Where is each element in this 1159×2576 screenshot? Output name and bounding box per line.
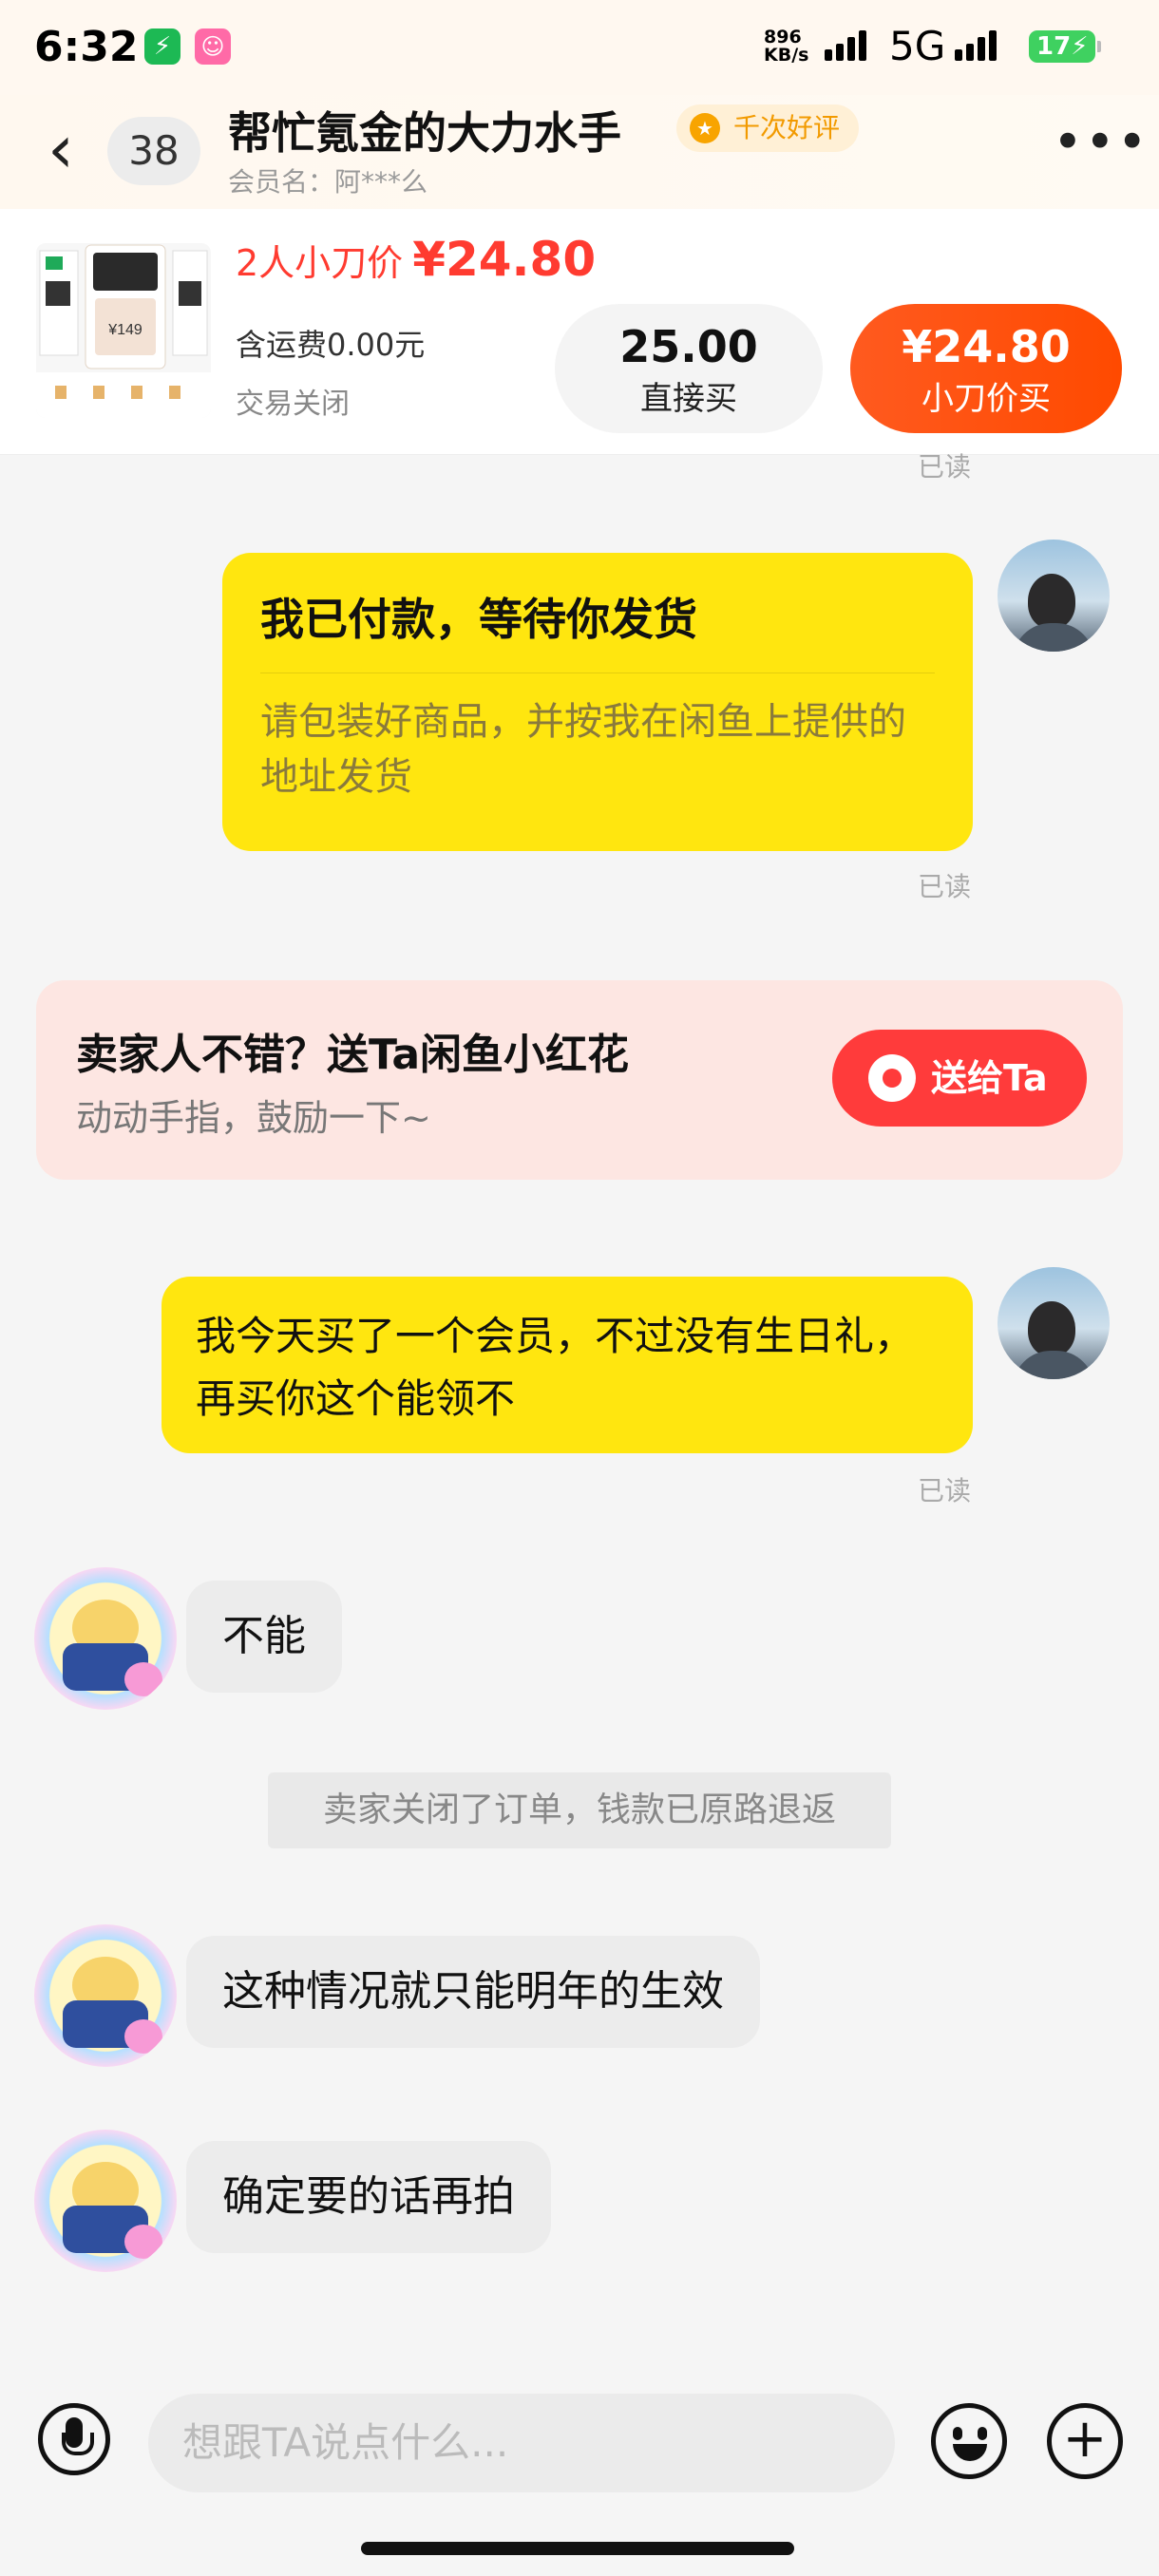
- unread-count-badge[interactable]: 38: [107, 117, 200, 185]
- divider: [260, 672, 935, 673]
- payment-card-title: 我已付款，等待你发货: [260, 594, 697, 645]
- status-bar: 6:32 ⚡ ☺ 896 KB/s 5G 17⚡: [0, 0, 1159, 95]
- shipping-fee: 含运费0.00元: [236, 327, 426, 363]
- flower-card: 卖家人不错？送Ta闲鱼小红花 动动手指，鼓励一下~ 送给Ta: [36, 980, 1123, 1180]
- payment-card[interactable]: 我已付款，等待你发货 请包装好商品，并按我在闲鱼上提供的地址发货: [222, 553, 973, 851]
- message-bubble[interactable]: 这种情况就只能明年的生效: [186, 1936, 760, 2048]
- seller-avatar[interactable]: [34, 1924, 177, 2067]
- net-speed: 896 KB/s: [764, 27, 809, 66]
- read-status: 已读: [918, 1475, 972, 1506]
- read-status: 已读: [918, 871, 972, 902]
- home-indicator: [361, 2542, 794, 2555]
- bilibili-app-icon: ☺: [195, 28, 231, 65]
- chat-header: ‹ 38 帮忙氪金的大力水手 ★ 千次好评 会员名：阿***么 •••: [0, 95, 1159, 209]
- product-thumbnail[interactable]: ¥149: [36, 243, 211, 418]
- chevron-left-icon[interactable]: ‹: [48, 116, 74, 182]
- message-bubble[interactable]: 确定要的话再拍: [186, 2141, 551, 2253]
- flower-card-subtitle: 动动手指，鼓励一下~: [76, 1097, 431, 1139]
- payment-card-subtitle: 请包装好商品，并按我在闲鱼上提供的地址发货: [260, 700, 906, 799]
- microphone-icon[interactable]: [38, 2403, 110, 2475]
- battery-icon: 17⚡: [1029, 30, 1101, 63]
- status-time: 6:32: [34, 23, 139, 71]
- message-bubble[interactable]: 我今天买了一个会员，不过没有生日礼，再买你这个能领不: [162, 1277, 973, 1453]
- flower-icon: [868, 1054, 916, 1102]
- group-price: 2人小刀价 ¥24.80: [236, 232, 597, 287]
- seller-avatar[interactable]: [34, 2130, 177, 2272]
- system-message: 卖家关闭了订单，钱款已原路退返: [268, 1772, 891, 1848]
- my-avatar[interactable]: [998, 540, 1110, 652]
- buy-direct-button[interactable]: 25.00 直接买: [555, 304, 823, 433]
- signal-icon: [825, 28, 866, 61]
- seller-avatar[interactable]: [34, 1567, 177, 1710]
- more-icon[interactable]: •••: [1053, 112, 1150, 172]
- charging-app-icon: ⚡: [144, 28, 180, 65]
- buy-discount-button[interactable]: ¥24.80 小刀价买: [850, 304, 1122, 433]
- member-name: 会员名：阿***么: [228, 166, 428, 198]
- read-status: 已读: [918, 451, 972, 483]
- emoji-icon[interactable]: [931, 2403, 1007, 2479]
- network-type: 5G: [889, 23, 946, 69]
- my-avatar[interactable]: [998, 1267, 1110, 1379]
- rating-badge: ★ 千次好评: [676, 104, 860, 152]
- send-flower-button[interactable]: 送给Ta: [832, 1030, 1087, 1127]
- hexagon-badge-icon: ★: [690, 113, 720, 143]
- message-input[interactable]: 想跟TA说点什么...: [148, 2394, 895, 2492]
- order-status: 交易关闭: [236, 388, 350, 421]
- signal-icon-2: [955, 28, 997, 61]
- plus-icon[interactable]: +: [1047, 2403, 1123, 2479]
- seller-name: 帮忙氪金的大力水手: [228, 107, 621, 159]
- message-bubble[interactable]: 不能: [186, 1581, 342, 1693]
- flower-card-title: 卖家人不错？送Ta闲鱼小红花: [76, 1031, 630, 1079]
- product-card: ¥149 2人小刀价 ¥24.80 含运费0.00元 交易关闭 25.00 直接买…: [0, 209, 1159, 455]
- svg-text:¥149: ¥149: [107, 322, 142, 338]
